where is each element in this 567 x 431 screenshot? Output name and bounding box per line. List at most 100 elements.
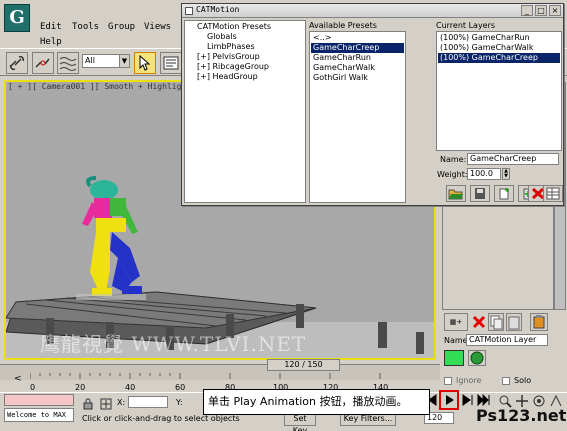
select-object-button[interactable] [134, 52, 156, 74]
minimize-icon: _ [525, 6, 529, 15]
spinner-icon: ▲ ▼ [504, 168, 508, 179]
selection-filter-dropdown[interactable]: All ▼ [82, 54, 130, 68]
tree-item[interactable]: Globals [207, 32, 237, 41]
catmotion-title: CATMotion [196, 5, 240, 14]
save-preset-button[interactable] [470, 185, 490, 202]
instruction-callout: 单击 Play Animation 按钮，播放动画。 [203, 389, 430, 415]
ignore-checkbox[interactable] [444, 377, 452, 385]
next-frame-icon [462, 394, 473, 406]
new-preset-button[interactable] [494, 185, 514, 202]
transform-icon [100, 398, 112, 410]
name-label: Name: [440, 155, 467, 164]
link-button[interactable] [6, 52, 28, 74]
weight-input[interactable]: 100.0 [467, 168, 501, 180]
globe-icon [470, 351, 484, 365]
layer-name-input[interactable]: GameCharCreep [467, 153, 559, 165]
layer-mode-button[interactable] [468, 350, 486, 366]
weight-label: Weight: [437, 170, 468, 179]
menu-tools[interactable]: Tools [72, 22, 99, 32]
ruler-tick-label: 20 [75, 383, 86, 392]
select-by-name-button[interactable] [160, 52, 182, 74]
welcome-text: Welcome to MAX [4, 408, 74, 422]
tree-item[interactable]: LimbPhases [207, 42, 255, 51]
ignore-label: Ignore [456, 376, 482, 385]
delete-layer-button[interactable] [472, 313, 486, 331]
open-preset-button[interactable] [446, 185, 466, 202]
time-slider[interactable]: 120 / 150 [267, 359, 340, 371]
menu-help[interactable]: Help [40, 37, 62, 47]
maximize-button[interactable]: □ [535, 5, 547, 16]
chevron-down-icon: ▼ [119, 55, 129, 67]
layer-color-swatch[interactable] [444, 350, 464, 366]
list-item[interactable]: <..> [311, 33, 404, 43]
folder-open-icon [448, 189, 463, 200]
available-presets-label: Available Presets [309, 21, 377, 30]
tree-item[interactable]: [+] RibcageGroup [197, 62, 269, 71]
ruler-tick-label: 60 [175, 383, 186, 392]
preset-tree[interactable]: CATMotion Presets Globals LimbPhases [+]… [184, 20, 306, 203]
next-frame-button[interactable] [461, 392, 475, 408]
bind-spacewarp-button[interactable] [57, 52, 79, 74]
unlink-icon [35, 58, 50, 68]
solo-label: Solo [514, 376, 532, 385]
site-watermark-logo: Ps123.net [476, 406, 567, 425]
catmotion-dialog: CATMotion _ □ × CATMotion Presets Global… [181, 3, 564, 206]
ruler-tick-label: 0 [30, 383, 36, 392]
x-label: X: [117, 398, 126, 407]
absolute-mode-button[interactable] [100, 398, 112, 410]
app-logo[interactable]: G [4, 4, 30, 32]
layer-item[interactable]: (100%) GameCharRun [438, 33, 560, 43]
menu-views[interactable]: Views [144, 22, 171, 32]
list-item[interactable]: GameCharWalk [311, 63, 404, 73]
layer-item[interactable]: (100%) GameCharWalk [438, 43, 560, 53]
weight-spinner[interactable]: ▲ ▼ [502, 168, 510, 180]
new-icon [499, 188, 509, 200]
watermark-text: 鹰龍視覺 WWW.TLVI.NET [40, 332, 307, 356]
paste-icon [508, 316, 520, 330]
spacewarp-icon [59, 56, 77, 72]
tree-item[interactable]: [+] HeadGroup [197, 72, 258, 81]
clip-manager-button[interactable] [530, 313, 548, 331]
menu-group[interactable]: Group [108, 22, 135, 32]
tree-item[interactable]: CATMotion Presets [197, 22, 271, 31]
list-item[interactable]: GothGirl Walk [311, 73, 404, 83]
dialog-icon [185, 7, 193, 15]
maximize-icon: □ [537, 6, 545, 15]
menu-edit[interactable]: Edit [40, 22, 62, 32]
viewport-label[interactable]: [ + ][ Camera001 ][ Smooth + Highlights … [8, 82, 205, 91]
current-layers-label: Current Layers [436, 21, 496, 30]
layer-add-icon: ▦+ [449, 318, 463, 326]
list-icon [163, 56, 179, 70]
list-item-selected[interactable]: GameCharCreep [311, 43, 404, 53]
available-presets-list[interactable]: <..> GameCharCreep GameCharRun GameCharW… [309, 31, 406, 203]
layer-name-field[interactable]: CATMotion Layer [466, 334, 548, 346]
paste-layer-button[interactable] [506, 313, 522, 331]
solo-checkbox[interactable] [502, 377, 510, 385]
x-coordinate-field[interactable] [128, 396, 168, 408]
divider [408, 31, 434, 203]
timeline-prev-icon[interactable]: < [14, 374, 22, 384]
copy-icon [490, 315, 503, 330]
list-item[interactable]: GameCharRun [311, 53, 404, 63]
minimize-button[interactable]: _ [521, 5, 533, 16]
delete-x-icon [472, 315, 486, 329]
tree-item[interactable]: [+] PelvisGroup [197, 52, 260, 61]
close-button[interactable]: × [549, 5, 561, 16]
y-label: Y: [176, 398, 183, 407]
current-layers-list[interactable]: (100%) GameCharRun (100%) GameCharWalk (… [436, 31, 562, 151]
add-layer-button[interactable]: ▦+ [444, 313, 468, 331]
maxscript-listener[interactable] [4, 394, 74, 406]
play-animation-button[interactable] [439, 390, 459, 410]
play-icon [446, 395, 454, 405]
copy-layer-button[interactable] [488, 313, 504, 331]
lock-button[interactable] [82, 398, 94, 410]
properties-button[interactable] [543, 185, 563, 202]
layer-item-selected[interactable]: (100%) GameCharCreep [438, 53, 560, 63]
ruler-tick-label: 40 [125, 383, 136, 392]
prompt-text: Click or click-and-drag to select object… [82, 414, 240, 423]
lock-icon [83, 398, 93, 410]
clipboard-icon [533, 315, 545, 329]
close-icon: × [551, 6, 559, 15]
unlink-button[interactable] [32, 52, 54, 74]
save-icon [475, 188, 485, 199]
